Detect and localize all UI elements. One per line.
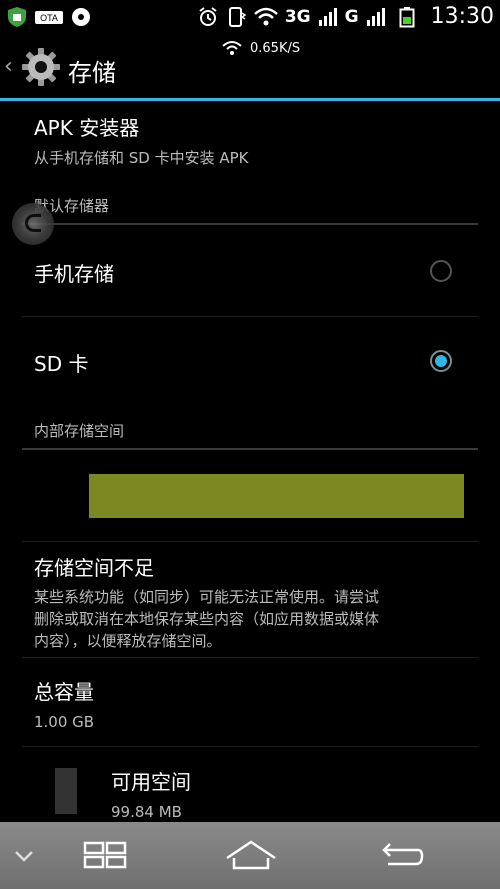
back-chevron-icon[interactable]: ‹ [4,54,13,79]
phone-storage-radio[interactable] [430,260,452,282]
total-capacity-title: 总容量 [34,680,94,704]
recent-apps-icon[interactable] [82,836,130,874]
available-space-title: 可用空间 [111,770,191,794]
storage-option-phone[interactable]: 手机存储 [0,228,500,316]
low-space-description: 某些系统功能（如同步）可能无法正常使用。请尝试 删除或取消在本地保存某些内容（如… [34,586,474,652]
available-space-item: 可用空间 99.84 MB [111,766,471,821]
wifi-small-icon [222,41,242,55]
section-divider [22,448,478,450]
low-space-line-1: 某些系统功能（如同步）可能无法正常使用。请尝试 [34,588,380,606]
svg-text:OTA: OTA [40,13,58,23]
chevron-down-icon[interactable] [12,836,36,874]
network-g-label: G [344,6,359,27]
available-space-color-swatch [55,768,77,814]
settings-gear-icon[interactable] [20,46,62,88]
back-icon[interactable] [380,836,424,874]
apk-installer-item[interactable]: APK 安装器 从手机存储和 SD 卡中安装 APK [34,112,474,172]
low-space-line-2: 删除或取消在本地保存某些内容（如应用数据或媒体 [34,610,380,628]
clock: 13:30 [430,4,494,29]
section-divider [22,223,478,225]
storage-option-phone-label: 手机存储 [34,262,114,286]
ota-icon: OTA [35,11,63,24]
disc-icon [72,8,90,26]
security-shield-icon [8,7,26,27]
net-speed-indicator: 0.65K/S [222,40,300,56]
net-speed-value: 0.65K/S [250,40,301,56]
list-divider [22,316,478,317]
battery-icon [399,6,415,27]
page-title: 存储 [68,59,116,87]
low-space-warning[interactable]: 存储空间不足 某些系统功能（如同步）可能无法正常使用。请尝试 删除或取消在本地保… [34,552,474,652]
navigation-bar [0,822,500,889]
status-bar: OTA 3G G 13:30 [0,0,500,36]
low-space-line-3: 内容），以便释放存储空间。 [34,632,222,650]
list-divider [22,541,478,542]
internal-storage-section-label: 内部存储空间 [34,422,125,440]
storage-usage-bar-track [89,474,464,518]
total-capacity-value: 1.00 GB [34,713,95,731]
network-3g-label: 3G [284,6,311,27]
signal-icon-2 [366,7,385,26]
sd-card-radio[interactable] [430,350,452,372]
home-icon[interactable] [224,836,278,874]
floating-assistant-button[interactable] [12,203,54,245]
low-space-title: 存储空间不足 [34,556,154,580]
apk-installer-subtitle: 从手机存储和 SD 卡中安装 APK [34,149,249,167]
wifi-icon [253,7,278,25]
storage-usage-bar [89,474,464,518]
storage-option-sd-label: SD 卡 [34,352,89,376]
alarm-icon [199,6,217,26]
phone-vibrate-icon [228,6,247,27]
available-space-value: 99.84 MB [111,803,182,821]
storage-option-sd[interactable]: SD 卡 [0,318,500,404]
list-divider [22,746,478,747]
list-divider [22,657,478,658]
total-capacity-item: 总容量 1.00 GB [34,676,474,731]
signal-icon-1 [318,7,337,26]
apk-installer-title: APK 安装器 [34,116,140,140]
